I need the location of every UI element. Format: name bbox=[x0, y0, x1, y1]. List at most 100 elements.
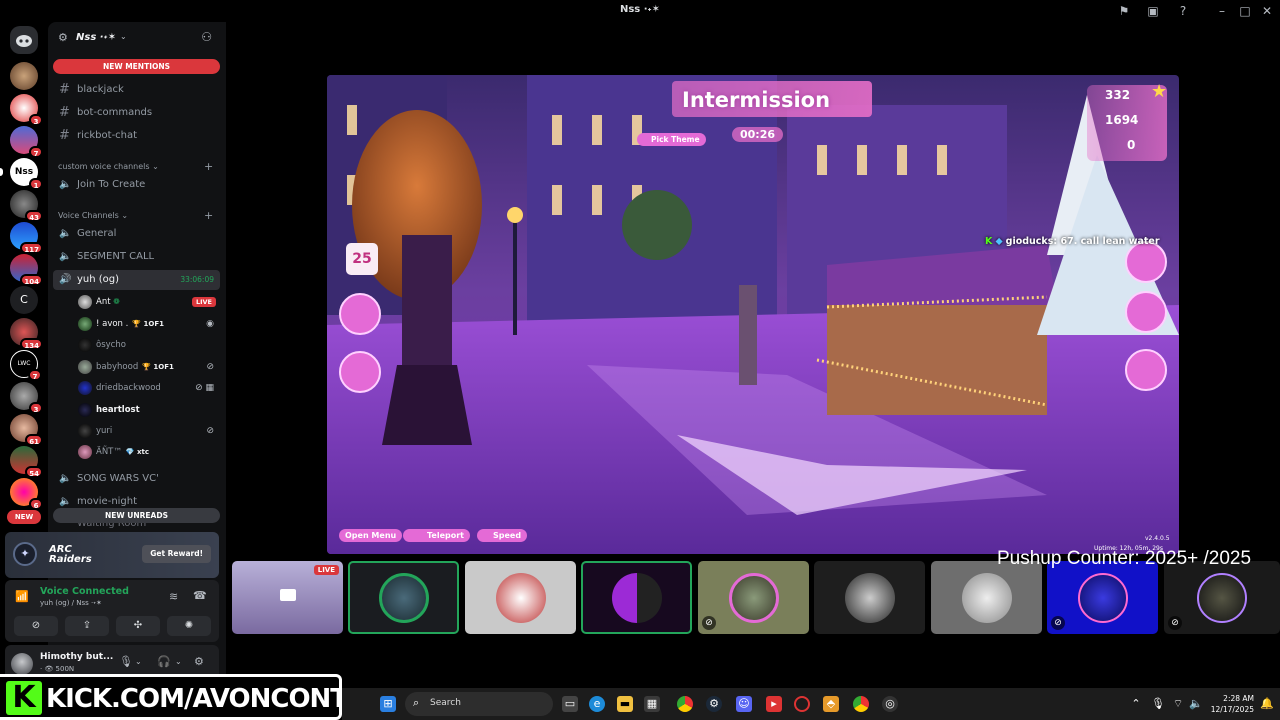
help-icon[interactable]: ? bbox=[1175, 3, 1191, 19]
server-avatar[interactable]: 3 bbox=[10, 94, 43, 126]
tray-chevron-icon[interactable]: ⌃ bbox=[1128, 696, 1144, 712]
voice-user[interactable]: ! avon . 🏆 1OF1 ◉ bbox=[78, 314, 220, 334]
category-voice-channels[interactable]: Voice Channels ⌄ + bbox=[58, 209, 213, 222]
new-unreads-banner[interactable]: NEW UNREADS bbox=[53, 508, 220, 523]
new-mentions-banner[interactable]: NEW MENTIONS bbox=[53, 59, 220, 74]
store-icon[interactable]: ▦ bbox=[644, 696, 660, 712]
teleport-button[interactable]: Teleport bbox=[403, 529, 470, 542]
gift-button[interactable] bbox=[339, 351, 381, 393]
add-channel-icon[interactable]: + bbox=[204, 160, 213, 173]
participant-tile[interactable] bbox=[581, 561, 692, 634]
task-view-icon[interactable]: ▭ bbox=[562, 696, 578, 712]
server-avatar[interactable]: 43 bbox=[10, 190, 43, 222]
activities-button[interactable]: ✣ bbox=[116, 616, 160, 636]
channel-rickbot-chat[interactable]: # rickbot-chat bbox=[53, 126, 220, 146]
taskbar-search[interactable]: ⌕ Search bbox=[405, 692, 553, 716]
open-menu-button[interactable]: Open Menu bbox=[339, 529, 403, 542]
start-windows-icon[interactable]: ⊞ bbox=[380, 696, 396, 712]
pick-theme-button[interactable]: Pick Theme bbox=[637, 133, 706, 146]
edge-browser-icon[interactable]: e bbox=[589, 696, 605, 712]
chevron-down-icon[interactable]: ⌄ bbox=[135, 657, 142, 666]
guild-header[interactable]: ⚙ Nss ·˖✶ ⌄ ⚇ bbox=[48, 22, 226, 56]
inbox-icon[interactable]: ▣ bbox=[1145, 3, 1161, 19]
app-icon[interactable]: ⬘ bbox=[823, 696, 839, 712]
participant-tile[interactable] bbox=[931, 561, 1042, 634]
notification-icon[interactable]: 🔔 bbox=[1259, 696, 1275, 712]
voice-channel-path[interactable]: yuh (og) / Nss ·˖✶ bbox=[40, 599, 102, 607]
participant-tile[interactable]: ⊘ bbox=[1047, 561, 1158, 634]
invite-icon[interactable]: ⚇ bbox=[201, 30, 212, 44]
server-avatar[interactable]: 134 bbox=[10, 318, 43, 350]
channel-segment-call[interactable]: 🔈 SEGMENT CALL bbox=[53, 247, 220, 267]
disconnect-icon[interactable]: ☎ bbox=[193, 589, 207, 602]
emote-button[interactable] bbox=[1125, 241, 1167, 283]
channel-bot-commands[interactable]: # bot-commands bbox=[53, 103, 220, 123]
user-name[interactable]: Himothy but... bbox=[40, 652, 113, 662]
trophy-button[interactable] bbox=[1125, 291, 1167, 333]
microphone-icon[interactable]: 🎙 bbox=[119, 655, 133, 668]
server-c-icon[interactable]: C bbox=[10, 286, 38, 314]
steam-icon[interactable]: ⚙ bbox=[706, 696, 722, 712]
channel-join-to-create[interactable]: 🔈 Join To Create bbox=[53, 175, 220, 195]
microphone-tray-icon[interactable]: 🎙 bbox=[1150, 696, 1166, 712]
server-avatar[interactable]: 6 bbox=[10, 478, 43, 510]
participant-tile[interactable] bbox=[465, 561, 576, 634]
arc-raiders-promo[interactable]: ✦ ARC Raiders Get Reward! bbox=[5, 532, 219, 578]
soundboard-button[interactable]: ✺ bbox=[167, 616, 211, 636]
taskbar-clock[interactable]: 2:28 AM 12/17/2025 bbox=[1210, 693, 1254, 715]
participant-tile[interactable] bbox=[814, 561, 925, 634]
channel-blackjack[interactable]: # blackjack bbox=[53, 80, 220, 100]
user-avatar[interactable] bbox=[11, 653, 33, 675]
volume-icon[interactable]: 🔈 bbox=[1188, 696, 1204, 712]
add-channel-icon[interactable]: + bbox=[204, 209, 213, 222]
participant-tile-stream[interactable]: LIVE bbox=[232, 561, 343, 634]
headphones-icon[interactable]: 🎧 bbox=[157, 655, 171, 668]
server-avatar[interactable]: 3 bbox=[10, 382, 43, 414]
voice-user[interactable]: driedbackwood ⊘ ▦ bbox=[78, 378, 220, 398]
wifi-icon[interactable]: ⌔ bbox=[1170, 696, 1186, 712]
inbox-flag-icon[interactable]: ⚑ bbox=[1116, 3, 1132, 19]
participant-tile[interactable]: ⊘ bbox=[1164, 561, 1280, 634]
close-icon[interactable]: ✕ bbox=[1259, 3, 1275, 19]
signal-icon[interactable]: 📶 bbox=[15, 590, 29, 603]
shop-button[interactable] bbox=[339, 293, 381, 335]
server-nss-icon[interactable]: Nss 1 bbox=[0, 158, 43, 190]
dance-button[interactable] bbox=[1125, 349, 1167, 391]
voice-user[interactable]: ÄÑT™ 💎 xtc bbox=[78, 442, 220, 462]
voice-user[interactable]: heartlost bbox=[78, 400, 220, 420]
file-explorer-icon[interactable]: ▬ bbox=[617, 696, 633, 712]
server-avatar[interactable] bbox=[10, 62, 38, 90]
settings-gear-icon[interactable]: ⚙ bbox=[194, 655, 204, 668]
camera-off-button[interactable]: ⊘ bbox=[14, 616, 58, 636]
opera-icon[interactable] bbox=[794, 696, 810, 712]
screen-share-button[interactable]: ⇪ bbox=[65, 616, 109, 636]
channel-general[interactable]: 🔈 General bbox=[53, 224, 220, 244]
rail-new-badge[interactable]: NEW bbox=[7, 510, 41, 524]
voice-user[interactable]: yuri ⊘ bbox=[78, 421, 220, 441]
speed-button[interactable]: Speed bbox=[477, 529, 528, 542]
voice-user[interactable]: ôsycho bbox=[78, 335, 220, 355]
server-avatar[interactable]: 104 bbox=[10, 254, 43, 286]
channel-yuh-og[interactable]: 🔊 yuh (og) 33:06:09 bbox=[53, 270, 220, 290]
participant-tile[interactable] bbox=[348, 561, 459, 634]
discord-home-icon[interactable] bbox=[10, 26, 38, 54]
server-avatar[interactable]: 54 bbox=[10, 446, 43, 478]
maximize-icon[interactable]: □ bbox=[1237, 3, 1253, 19]
chevron-down-icon[interactable]: ⌄ bbox=[175, 657, 182, 666]
voice-user[interactable]: babyhood 🏆 1OF1 ⊘ bbox=[78, 357, 220, 377]
obs-icon[interactable]: ◎ bbox=[882, 696, 898, 712]
category-custom-voice[interactable]: custom voice channels ⌄ + bbox=[58, 160, 213, 173]
minimize-icon[interactable]: – bbox=[1214, 3, 1230, 19]
voice-state[interactable]: Voice Connected bbox=[40, 586, 129, 597]
server-avatar[interactable]: 61 bbox=[10, 414, 43, 446]
discord-taskbar-icon[interactable]: ☺ bbox=[736, 696, 752, 712]
server-avatar[interactable]: 117 bbox=[10, 222, 43, 254]
chrome-icon[interactable] bbox=[677, 696, 693, 712]
app-icon[interactable]: ▸ bbox=[766, 696, 782, 712]
server-avatar[interactable]: 7 bbox=[10, 126, 43, 158]
server-lwc-icon[interactable]: LWC 7 bbox=[10, 350, 42, 381]
chrome-icon[interactable] bbox=[853, 696, 869, 712]
soundwave-icon[interactable]: ≋ bbox=[169, 590, 178, 603]
participant-tile[interactable]: ⊘ bbox=[698, 561, 809, 634]
advent-day-badge[interactable]: 25 bbox=[346, 243, 378, 275]
